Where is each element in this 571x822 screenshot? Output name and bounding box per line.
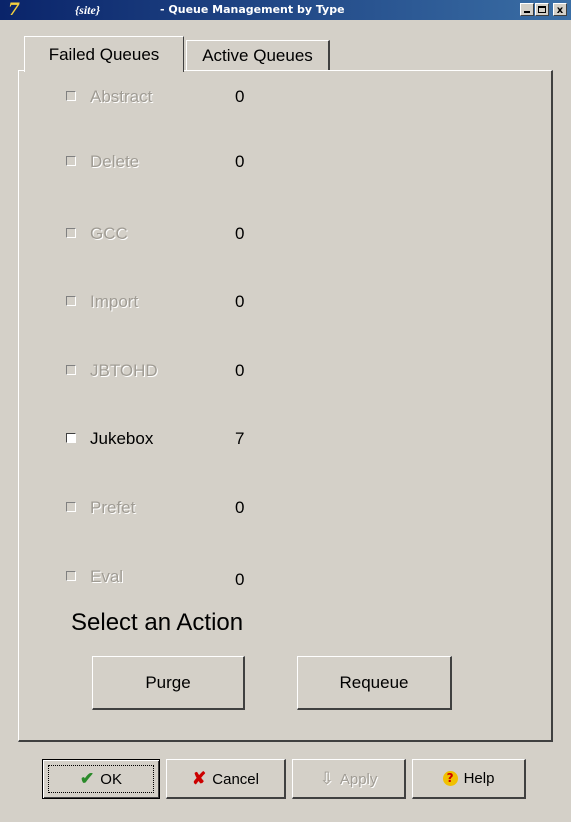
cancel-button[interactable]: ✘ Cancel [166,759,286,799]
queue-checkbox-jukebox[interactable] [66,433,76,443]
queue-management-window: 7 {site} - Queue Management by Type x Fa… [0,0,571,822]
queue-label: Import [90,292,139,311]
window-title: - Queue Management by Type [160,3,345,16]
queue-label: Jukebox [90,429,154,448]
queue-label: Prefet [90,498,136,517]
queue-row-gcc: GCC 0 [66,223,286,245]
close-button[interactable]: x [553,3,567,16]
queue-count: 0 [235,152,245,171]
queue-checkbox-import [66,296,76,306]
queue-label: Delete [90,152,140,171]
minimize-icon [524,11,530,13]
queue-count: 0 [235,498,245,517]
requeue-button[interactable]: Requeue [297,656,452,710]
maximize-icon [538,6,546,13]
title-site: {site} [75,3,101,17]
queue-row-import: Import 0 [66,291,286,313]
queue-checkbox-delete [66,156,76,166]
ok-button[interactable]: ✔ OK [42,759,160,799]
queue-checkbox-jbtohd [66,365,76,375]
app-icon: 7 [8,0,20,20]
queue-row-prefet: Prefet 0 [66,497,286,519]
tab-failed-queues[interactable]: Failed Queues [24,36,184,72]
help-button[interactable]: ? Help [412,759,526,799]
queue-count: 7 [235,429,245,448]
close-icon: x [556,5,564,16]
queue-checkbox-prefet [66,502,76,512]
queue-row-eval: Eval 0 [66,566,286,589]
queue-row-jbtohd: JBTOHD 0 [66,360,286,382]
action-heading: Select an Action [71,609,244,636]
queue-checkbox-abstract [66,91,76,101]
queue-count: 0 [235,292,245,311]
tab-active-queues-label: Active Queues [202,46,313,65]
apply-button: ⇩ Apply [292,759,406,799]
question-icon: ? [442,771,458,786]
queue-label: GCC [90,224,128,243]
queue-checkbox-eval [66,571,76,581]
minimize-button[interactable] [520,3,534,16]
tab-active-queues[interactable]: Active Queues [186,40,330,70]
queue-row-abstract: Abstract 0 [66,86,286,108]
queue-row-delete: Delete 0 [66,151,286,173]
queue-label: Eval [90,567,124,586]
queue-label: Abstract [90,87,153,106]
purge-button[interactable]: Purge [92,656,245,710]
down-arrow-icon: ⇩ [319,769,334,788]
tab-failed-queues-label: Failed Queues [48,45,160,64]
queue-checkbox-gcc [66,228,76,238]
queue-count: 0 [235,87,245,106]
title-bar[interactable]: 7 {site} - Queue Management by Type x [0,0,571,20]
maximize-button[interactable] [535,3,549,16]
queue-count: 0 [235,224,245,243]
queue-count: 0 [235,361,245,380]
cancel-label: Cancel [212,771,259,788]
apply-label: Apply [339,771,378,788]
queue-row-jukebox: Jukebox 7 [66,428,286,450]
queue-count: 0 [235,570,245,589]
help-label: Help [463,770,495,787]
x-icon: ✘ [192,769,207,788]
focus-rect [48,765,154,793]
queue-label: JBTOHD [90,361,158,380]
